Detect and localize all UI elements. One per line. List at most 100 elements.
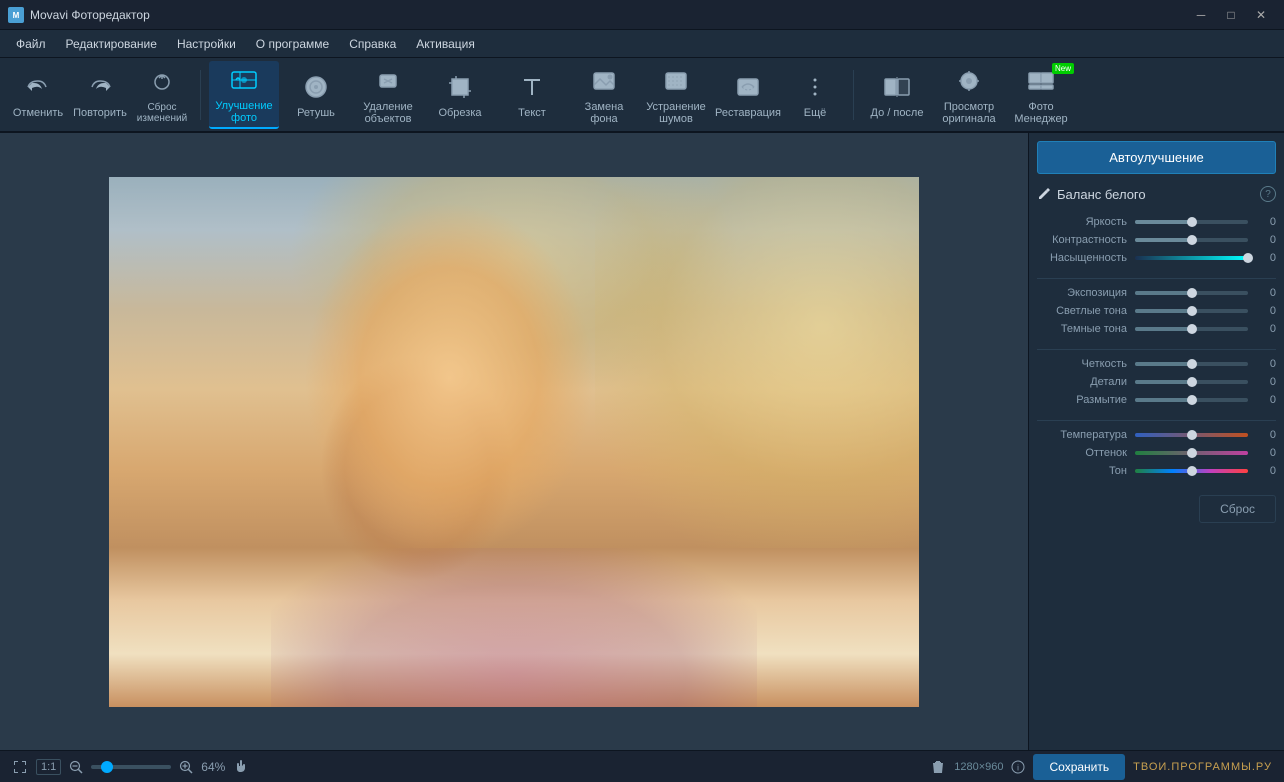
status-right: 1280×960 i Сохранить Твои.Программы.РУ [930, 754, 1272, 780]
zoom-out-icon [69, 760, 83, 774]
zoom-in-button[interactable] [179, 760, 193, 774]
hand-tool-button[interactable] [233, 759, 249, 775]
enhance-button[interactable]: Улучшение фото [209, 61, 279, 129]
fit-button[interactable] [12, 759, 28, 775]
photo-manager-button[interactable]: New Фото Менеджер [1006, 61, 1076, 129]
brightness-track[interactable] [1135, 220, 1248, 224]
reset-button[interactable]: Сброс изменений [132, 61, 192, 129]
denoise-icon [660, 65, 692, 97]
redo-label: Повторить [73, 107, 127, 119]
more-icon [799, 71, 831, 103]
view-original-icon [953, 65, 985, 97]
details-row: Детали 0 [1037, 376, 1276, 388]
hand-icon [233, 759, 249, 775]
menubar: Файл Редактирование Настройки О программ… [0, 30, 1284, 58]
section-header: Баланс белого ? [1037, 186, 1276, 206]
text-icon [516, 71, 548, 103]
zoom-thumb[interactable] [101, 761, 113, 773]
temperature-value: 0 [1256, 429, 1276, 441]
toolbar-sep-2 [853, 70, 854, 120]
zoom-out-button[interactable] [69, 760, 83, 774]
clarity-value: 0 [1256, 358, 1276, 370]
more-button[interactable]: Ещё [785, 61, 845, 129]
exposure-label: Экспозиция [1037, 287, 1127, 299]
contrast-value: 0 [1256, 234, 1276, 246]
zoom-1-1-button[interactable]: 1:1 [36, 759, 61, 775]
zoom-slider[interactable] [91, 765, 171, 769]
pencil-icon [1037, 187, 1051, 201]
menu-edit[interactable]: Редактирование [58, 34, 165, 54]
replace-bg-label: Замена фона [571, 101, 637, 125]
before-after-icon [881, 71, 913, 103]
main-content: Автоулучшение Баланс белого ? Яркость 0 … [0, 133, 1284, 750]
canvas-area[interactable] [0, 133, 1028, 750]
help-button[interactable]: ? [1260, 186, 1276, 202]
maximize-button[interactable]: □ [1216, 0, 1246, 30]
highlights-track[interactable] [1135, 309, 1248, 313]
contrast-track[interactable] [1135, 238, 1248, 242]
menu-about[interactable]: О программе [248, 34, 337, 54]
undo-group: Отменить Повторить Сброс изменений [8, 61, 192, 129]
menu-help[interactable]: Справка [341, 34, 404, 54]
hair-right [595, 177, 919, 548]
remove-objects-button[interactable]: Удаление объектов [353, 61, 423, 129]
crop-icon [444, 71, 476, 103]
exposure-track[interactable] [1135, 291, 1248, 295]
before-after-button[interactable]: До / после [862, 61, 932, 129]
retouch-button[interactable]: Ретушь [281, 61, 351, 129]
redo-button[interactable]: Повторить [70, 61, 130, 129]
undo-button[interactable]: Отменить [8, 61, 68, 129]
reset-row: Сброс [1037, 495, 1276, 523]
clarity-track[interactable] [1135, 362, 1248, 366]
denoise-button[interactable]: Устранение шумов [641, 61, 711, 129]
info-button[interactable]: i [1011, 760, 1025, 774]
details-value: 0 [1256, 376, 1276, 388]
minimize-button[interactable]: ─ [1186, 0, 1216, 30]
highlights-label: Светлые тона [1037, 305, 1127, 317]
slider-group-2: Экспозиция 0 Светлые тона 0 Темные тона [1037, 287, 1276, 341]
replace-bg-button[interactable]: Замена фона [569, 61, 639, 129]
menu-file[interactable]: Файл [8, 34, 54, 54]
image-size: 1280×960 [954, 761, 1003, 773]
temperature-row: Температура 0 [1037, 429, 1276, 441]
temperature-track[interactable] [1135, 433, 1248, 437]
save-button[interactable]: Сохранить [1033, 754, 1125, 780]
before-after-label: До / после [871, 107, 924, 119]
close-button[interactable]: ✕ [1246, 0, 1276, 30]
highlights-row: Светлые тона 0 [1037, 305, 1276, 317]
titlebar: M Movavi Фоторедактор ─ □ ✕ [0, 0, 1284, 30]
details-label: Детали [1037, 376, 1127, 388]
auto-enhance-button[interactable]: Автоулучшение [1037, 141, 1276, 174]
slider-group-4: Температура 0 Оттенок 0 Тон 0 [1037, 429, 1276, 483]
retouch-icon [300, 71, 332, 103]
remove-objects-label: Удаление объектов [355, 101, 421, 125]
blur-track[interactable] [1135, 398, 1248, 402]
crop-button[interactable]: Обрезка [425, 61, 495, 129]
contrast-row: Контрастность 0 [1037, 234, 1276, 246]
divider-1 [1037, 278, 1276, 279]
saturation-track[interactable] [1135, 256, 1248, 260]
toolbar-sep-1 [200, 70, 201, 120]
tone-track[interactable] [1135, 469, 1248, 473]
menu-activate[interactable]: Активация [408, 34, 483, 54]
retouch-label: Ретушь [297, 107, 335, 119]
app-icon: M [8, 7, 24, 23]
highlights-value: 0 [1256, 305, 1276, 317]
brightness-value: 0 [1256, 216, 1276, 228]
panel-reset-button[interactable]: Сброс [1199, 495, 1276, 523]
shadows-track[interactable] [1135, 327, 1248, 331]
tone-value: 0 [1256, 465, 1276, 477]
svg-text:M: M [13, 11, 20, 20]
text-button[interactable]: Текст [497, 61, 567, 129]
view-original-button[interactable]: Просмотр оригинала [934, 61, 1004, 129]
shadows-value: 0 [1256, 323, 1276, 335]
app-title: Movavi Фоторедактор [30, 8, 150, 22]
brightness-row: Яркость 0 [1037, 216, 1276, 228]
temperature-label: Температура [1037, 429, 1127, 441]
menu-settings[interactable]: Настройки [169, 34, 244, 54]
restore-button[interactable]: Реставрация [713, 61, 783, 129]
details-track[interactable] [1135, 380, 1248, 384]
delete-button[interactable] [930, 759, 946, 775]
tint-track[interactable] [1135, 451, 1248, 455]
photo-container [109, 177, 919, 707]
